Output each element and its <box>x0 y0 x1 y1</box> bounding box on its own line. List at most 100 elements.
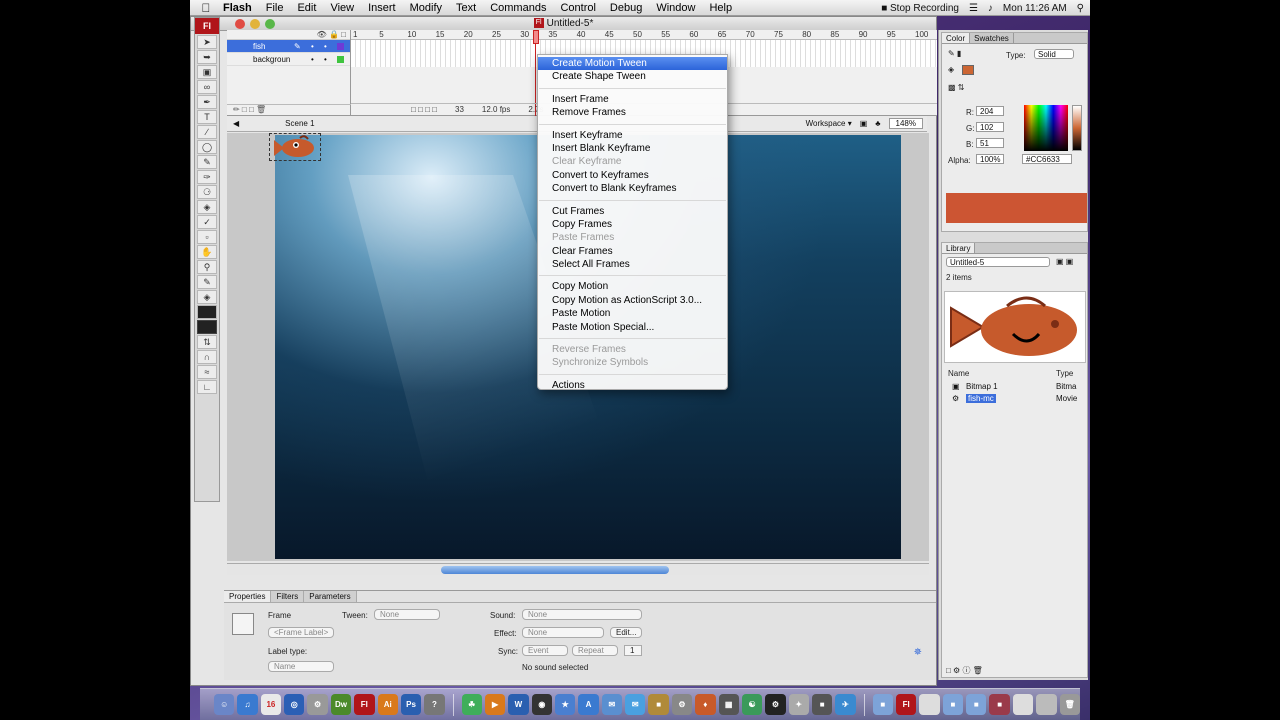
dock-itunes-icon[interactable]: ♫ <box>237 694 258 715</box>
dock-dreamweaver-icon[interactable]: Dw <box>330 694 352 715</box>
smooth-icon[interactable]: ≈ <box>197 365 217 379</box>
stop-recording-button[interactable]: ■ Stop Recording <box>881 3 959 14</box>
library-bottom-buttons[interactable]: □ ⚙ ⓘ 🗑 <box>946 665 983 676</box>
fish-instance[interactable] <box>269 133 321 161</box>
menu-window[interactable]: Window <box>649 2 702 14</box>
apple-icon[interactable]:  <box>196 1 216 15</box>
color-type-select[interactable]: Solid <box>1034 49 1074 59</box>
dock-app-icon[interactable]: ■ <box>648 694 669 715</box>
tab-color[interactable]: Color <box>942 33 971 43</box>
tab-parameters[interactable]: Parameters <box>304 591 357 602</box>
spotlight-icon[interactable]: ⚲ <box>1077 3 1084 14</box>
hand-tool-icon[interactable]: ✋ <box>197 245 217 259</box>
menu-item-insert-blank-keyframe[interactable]: Insert Blank Keyframe <box>538 142 727 155</box>
layer-buttons[interactable]: ✏ □ □ 🗑 <box>227 104 351 116</box>
frame-ruler[interactable]: 1 5 10 15 20 25 30 35 40 45 50 55 60 65 70 75 80 85 90 95 10… <box>351 30 937 40</box>
tab-swatches[interactable]: Swatches <box>970 33 1014 43</box>
eraser-tool-icon[interactable]: ▫ <box>197 230 217 244</box>
zoom-tool-icon[interactable]: ⚲ <box>197 260 217 274</box>
free-transform-tool-icon[interactable]: ▣ <box>197 65 217 79</box>
library-document-select[interactable]: Untitled-5 <box>946 257 1050 267</box>
edit-sound-button[interactable]: Edit... <box>610 627 642 638</box>
menu-item-create-motion-tween[interactable]: Create Motion Tween <box>538 57 727 71</box>
oval-tool-icon[interactable]: ◯ <box>197 140 217 154</box>
menu-item-insert-keyframe[interactable]: Insert Keyframe <box>538 129 727 142</box>
dock-document-icon[interactable]: Fl <box>896 694 917 715</box>
g-input[interactable]: 102 <box>976 122 1004 132</box>
line-tool-icon[interactable]: ∕ <box>197 125 217 139</box>
menu-help[interactable]: Help <box>702 2 739 14</box>
stroke-pencil-icon[interactable]: ✎ ▮ <box>948 49 961 58</box>
pin-library-icon[interactable]: ▣ ▣ <box>1056 257 1073 266</box>
pen-tool-icon[interactable]: ✒ <box>197 95 217 109</box>
dock-app-icon[interactable]: ⚙ <box>765 694 786 715</box>
snap-to-objects-icon[interactable]: ∩ <box>197 350 217 364</box>
minimize-window-button[interactable] <box>250 19 260 29</box>
zoom-window-button[interactable] <box>265 19 275 29</box>
dock-app-icon[interactable]: ■ <box>811 694 833 715</box>
menu-commands[interactable]: Commands <box>483 2 553 14</box>
subselection-tool-icon[interactable]: ➥ <box>197 50 217 64</box>
stage-horizontal-scrollbar[interactable] <box>227 563 929 575</box>
dock-photoshop-icon[interactable]: Ps <box>400 694 422 715</box>
color-spectrum[interactable] <box>1024 105 1068 151</box>
menu-item-convert-to-blank-keyframes[interactable]: Convert to Blank Keyframes <box>538 182 727 195</box>
menu-item-paste-motion-special[interactable]: Paste Motion Special... <box>538 321 727 334</box>
dock-app-icon[interactable]: ✈ <box>835 694 856 715</box>
close-window-button[interactable] <box>235 19 245 29</box>
tab-filters[interactable]: Filters <box>271 591 305 602</box>
dock-app-icon[interactable]: ✦ <box>788 694 809 715</box>
label-type-select[interactable]: Name <box>268 661 334 672</box>
r-input[interactable]: 204 <box>976 106 1004 116</box>
dock-app-icon[interactable]: ★ <box>555 694 576 715</box>
library-item[interactable]: ▣ Bitmap 1 Bitma <box>944 381 1086 392</box>
playhead-handle[interactable] <box>533 30 539 44</box>
back-arrow-icon[interactable]: ◀ <box>233 119 239 128</box>
menu-debug[interactable]: Debug <box>603 2 649 14</box>
dock-app-icon[interactable]: ▶ <box>484 694 506 715</box>
scrollbar-thumb[interactable] <box>441 566 669 574</box>
fill-color-icon[interactable]: ◈ <box>197 290 217 304</box>
onion-skin-icons[interactable]: □ □ □ □ <box>411 105 437 114</box>
brush-tool-icon[interactable]: ✑ <box>197 170 217 184</box>
menu-item-clear-frames[interactable]: Clear Frames <box>538 245 727 258</box>
workspace-menu[interactable]: Workspace ▾ <box>806 119 852 128</box>
repeat-select[interactable]: Repeat <box>572 645 618 656</box>
library-item[interactable]: ⚙ fish-mc Movie <box>944 393 1086 404</box>
dock-app-icon[interactable]: ⚙ <box>671 694 693 715</box>
lasso-tool-icon[interactable]: ∞ <box>197 80 217 94</box>
selection-tool-icon[interactable]: ➤ <box>197 35 217 49</box>
brightness-slider[interactable] <box>1072 105 1082 151</box>
dock-trash-icon[interactable]: 🗑 <box>1059 694 1080 715</box>
dock-ichat-icon[interactable]: ✉ <box>625 694 646 715</box>
sync-select[interactable]: Event <box>522 645 568 656</box>
edit-symbol-icon[interactable]: ♣ <box>875 119 880 128</box>
volume-icon[interactable]: ♪ <box>988 3 993 14</box>
menu-item-remove-frames[interactable]: Remove Frames <box>538 106 727 119</box>
menu-item-create-shape-tween[interactable]: Create Shape Tween <box>538 70 727 83</box>
ink-bottle-tool-icon[interactable]: ⚆ <box>197 185 217 199</box>
layer-fish[interactable]: fish ✎ • • <box>227 40 350 53</box>
dock-folder-icon[interactable]: ■ <box>966 694 987 715</box>
repeat-count-input[interactable]: 1 <box>624 645 642 656</box>
menu-item-cut-frames[interactable]: Cut Frames <box>538 205 727 218</box>
hex-input[interactable]: #CC6633 <box>1022 154 1072 164</box>
menu-item-copy-frames[interactable]: Copy Frames <box>538 218 727 231</box>
dock-folder-icon[interactable]: ■ <box>942 694 964 715</box>
tween-select[interactable]: None <box>374 609 440 620</box>
menu-flash[interactable]: Flash <box>216 2 259 14</box>
text-tool-icon[interactable]: T <box>197 110 217 124</box>
dock-help-icon[interactable]: ? <box>424 694 445 715</box>
pencil-tool-icon[interactable]: ✎ <box>197 155 217 169</box>
default-colors-icon[interactable]: ▩ ⇅ <box>948 83 964 92</box>
dock-flash-icon[interactable]: Fl <box>354 694 375 715</box>
stroke-color-icon[interactable]: ✎ <box>197 275 217 289</box>
dock-preferences-icon[interactable]: ⚙ <box>307 694 328 715</box>
dock-folder-icon[interactable]: ■ <box>872 694 893 715</box>
tab-library[interactable]: Library <box>942 243 976 253</box>
col-type-header[interactable]: Type <box>1056 369 1073 378</box>
menu-file[interactable]: File <box>259 2 291 14</box>
menu-edit[interactable]: Edit <box>290 2 323 14</box>
menu-insert[interactable]: Insert <box>361 2 403 14</box>
menu-item-select-all-frames[interactable]: Select All Frames <box>538 258 727 271</box>
